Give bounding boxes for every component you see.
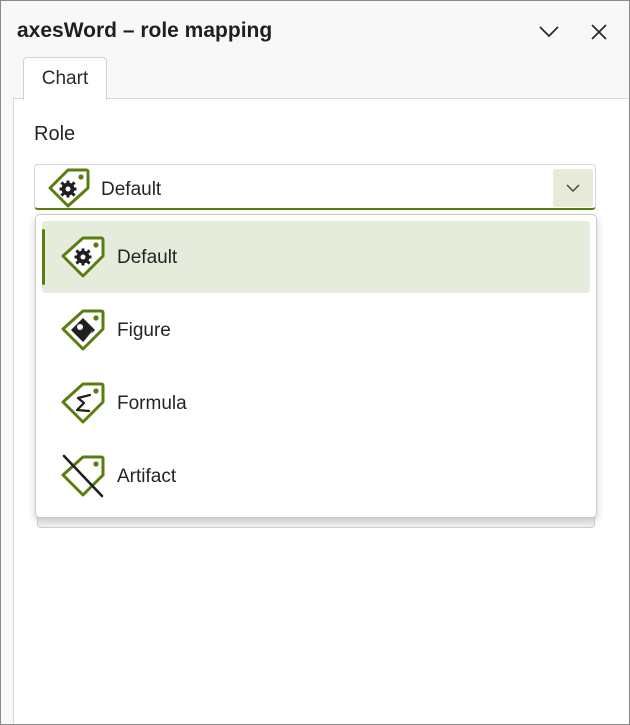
collapse-button[interactable] bbox=[535, 18, 563, 46]
role-dropdown-list: Default Figure Formula Artifact bbox=[35, 214, 597, 518]
role-option-label: Default bbox=[117, 247, 178, 268]
chevron-down-icon bbox=[566, 184, 580, 193]
chevron-down-icon bbox=[539, 26, 559, 38]
role-selected-value: Default bbox=[101, 179, 162, 200]
role-option-label: Figure bbox=[117, 320, 171, 341]
tag-gear-icon bbox=[48, 168, 90, 208]
role-option-default[interactable]: Default bbox=[42, 221, 590, 293]
role-option-figure[interactable]: Figure bbox=[42, 294, 590, 366]
role-option-formula[interactable]: Formula bbox=[42, 367, 590, 439]
role-combobox[interactable]: Default bbox=[34, 164, 596, 210]
window-title: axesWord – role mapping bbox=[17, 19, 273, 42]
tab-chart[interactable]: Chart bbox=[23, 57, 107, 100]
tag-image-icon bbox=[61, 309, 105, 351]
role-label: Role bbox=[34, 123, 76, 145]
tag-gear-icon bbox=[61, 236, 105, 278]
selected-indicator bbox=[42, 229, 45, 285]
role-option-label: Formula bbox=[117, 393, 187, 414]
role-option-artifact[interactable]: Artifact bbox=[42, 440, 590, 512]
tag-off-icon bbox=[61, 454, 105, 498]
tag-formula-icon bbox=[61, 382, 105, 424]
task-pane-window: axesWord – role mapping Chart Role Defau… bbox=[0, 0, 630, 725]
role-dropdown-toggle[interactable] bbox=[553, 169, 593, 207]
close-button[interactable] bbox=[585, 18, 613, 46]
close-icon bbox=[591, 24, 607, 40]
tab-chart-label: Chart bbox=[41, 68, 89, 89]
role-option-label: Artifact bbox=[117, 466, 177, 487]
title-bar: axesWord – role mapping bbox=[1, 1, 629, 61]
